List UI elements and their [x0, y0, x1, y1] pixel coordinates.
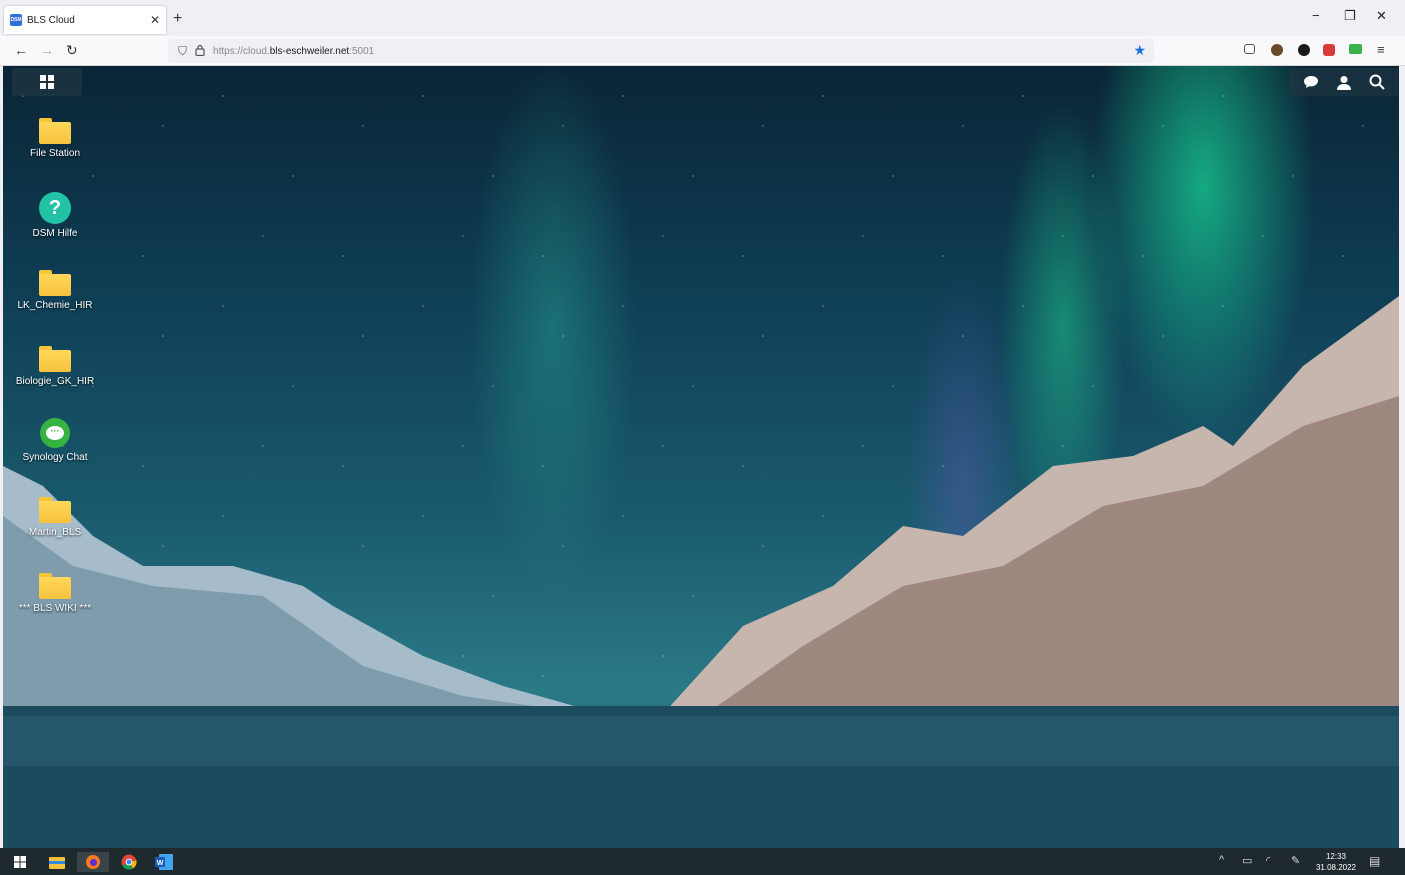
clock-time: 12:33	[1325, 852, 1347, 861]
desktop-icon-label: Biologie_GK_HIR	[15, 376, 95, 387]
wallpaper-mountains	[3, 296, 1399, 848]
reload-icon[interactable]: ↻	[66, 42, 78, 59]
desktop-icon-label: Synology Chat	[22, 452, 88, 463]
folder-icon	[39, 270, 71, 296]
notification-center-icon[interactable]: ▤	[1369, 854, 1380, 868]
folder-icon	[39, 346, 71, 372]
extension-dark-icon[interactable]	[1298, 44, 1310, 56]
ublock-icon[interactable]	[1323, 44, 1335, 56]
dsm-top-right-bar	[1289, 68, 1399, 96]
restore-icon[interactable]: ❐	[1344, 8, 1356, 24]
svg-text:W: W	[157, 860, 164, 867]
browser-tab-bar: DSM BLS Cloud ✕ + − ❐ ✕	[0, 0, 1405, 36]
forward-icon[interactable]: →	[40, 42, 54, 58]
close-tab-icon[interactable]: ✕	[150, 13, 160, 27]
battery-icon[interactable]: ▭	[1242, 854, 1252, 867]
desktop-icon-lk-chemie[interactable]: LK_Chemie_HIR	[3, 270, 107, 311]
start-icon	[14, 856, 26, 868]
file-explorer-icon	[49, 856, 65, 869]
desktop-icon-synology-chat[interactable]: ··· Synology Chat	[3, 418, 107, 463]
browser-nav-bar: ← → ↻ ⛉ https://cloud. bls-eschweiler.net…	[0, 36, 1405, 66]
taskbar-file-explorer[interactable]	[47, 852, 67, 872]
dsm-favicon-icon: DSM	[10, 14, 22, 26]
new-tab-button[interactable]: +	[173, 10, 182, 28]
folder-icon	[39, 118, 71, 144]
desktop-icon-file-station[interactable]: File Station	[3, 118, 107, 159]
desktop-icon-label: LK_Chemie_HIR	[17, 300, 93, 311]
folder-icon	[39, 573, 71, 599]
desktop-icon-label: DSM Hilfe	[32, 228, 78, 239]
taskbar-chrome[interactable]	[119, 852, 139, 872]
word-icon: W	[155, 854, 173, 870]
tracking-shield-icon[interactable]: ⛉	[178, 44, 187, 59]
desktop-icon-dsm-hilfe[interactable]: ? DSM Hilfe	[3, 192, 107, 239]
clock-date: 31.08.2022	[1315, 863, 1357, 872]
chat-icon: ···	[40, 418, 70, 448]
bookmark-star-icon[interactable]: ★	[1133, 42, 1146, 59]
show-hidden-icons-icon[interactable]: ^	[1219, 854, 1224, 866]
desktop-icon-label: Martin_BLS	[28, 527, 82, 538]
firefox-icon	[86, 855, 100, 869]
taskbar-word[interactable]: W	[154, 852, 174, 872]
notification-chat-icon[interactable]	[1303, 75, 1319, 89]
start-button[interactable]	[10, 852, 30, 872]
desktop-icon-label: File Station	[29, 148, 81, 159]
wifi-icon[interactable]: ◜	[1266, 854, 1270, 867]
menu-icon[interactable]: ≡	[1377, 42, 1385, 57]
pen-icon[interactable]: ✎	[1291, 854, 1300, 867]
desktop-icon-label: *** BLS WIKI ***	[18, 603, 92, 614]
tab-bls-cloud[interactable]: DSM BLS Cloud ✕	[4, 6, 166, 34]
lock-icon[interactable]	[195, 44, 205, 59]
main-menu-icon	[40, 75, 54, 89]
url-port: :5001	[349, 45, 375, 57]
taskbar-clock[interactable]: 12:33 31.08.2022	[1312, 851, 1360, 873]
windows-taskbar: W ^ ▭ ◜ ✎ 12:33 31.08.2022 ▤	[0, 848, 1405, 875]
url-host: bls-eschweiler.net	[269, 45, 350, 57]
extension-green-icon[interactable]	[1349, 44, 1362, 54]
desktop-icon-martin-bls[interactable]: Martin_BLS	[3, 497, 107, 538]
search-icon[interactable]	[1369, 74, 1385, 90]
help-icon: ?	[39, 192, 71, 224]
folder-icon	[39, 497, 71, 523]
user-icon[interactable]	[1336, 75, 1352, 90]
minimize-icon[interactable]: −	[1312, 8, 1320, 23]
extension-cookie-icon[interactable]	[1271, 44, 1283, 56]
chrome-icon	[121, 854, 137, 870]
close-window-icon[interactable]: ✕	[1376, 8, 1387, 24]
back-icon[interactable]: ←	[14, 42, 28, 58]
desktop-icon-biologie[interactable]: Biologie_GK_HIR	[3, 346, 107, 387]
desktop-icon-bls-wiki[interactable]: *** BLS WIKI ***	[3, 573, 107, 614]
url-scheme: https://cloud.	[213, 45, 270, 57]
tab-title: BLS Cloud	[27, 14, 75, 26]
main-menu-button[interactable]	[12, 68, 82, 96]
dsm-desktop: File Station ? DSM Hilfe LK_Chemie_HIR B…	[3, 66, 1399, 848]
url-bar[interactable]: ⛉ https://cloud. bls-eschweiler.net:5001 …	[168, 39, 1154, 63]
pocket-icon[interactable]	[1244, 44, 1255, 54]
taskbar-firefox[interactable]	[77, 852, 109, 872]
